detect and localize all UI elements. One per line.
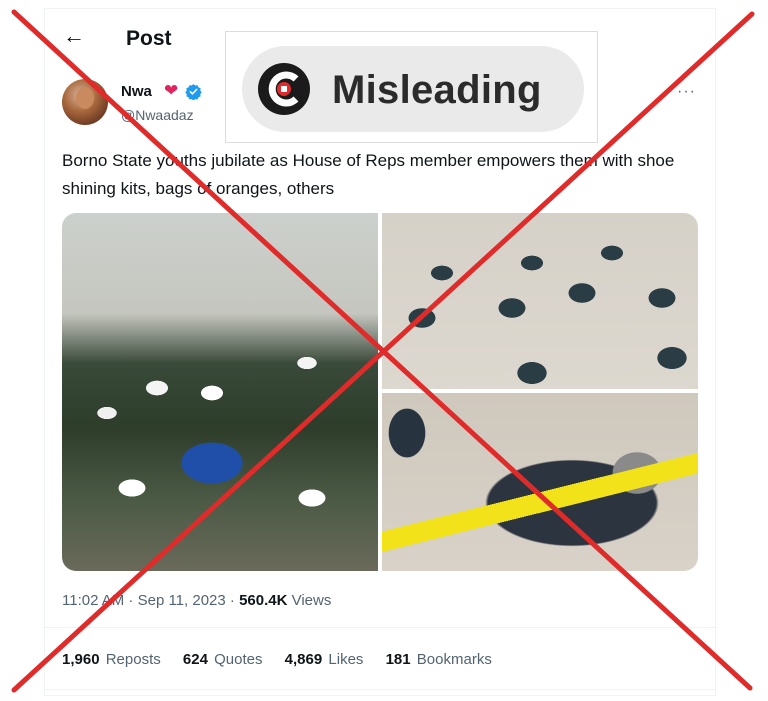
stat-label: Quotes (214, 651, 263, 668)
fact-check-rating-banner: Misleading (225, 31, 598, 143)
verified-badge-icon (185, 84, 202, 100)
stat-quotes[interactable]: 624 Quotes (183, 651, 263, 668)
photo-shoe-shining-kit[interactable] (382, 393, 698, 571)
stat-likes[interactable]: 4,869 Likes (285, 651, 364, 668)
stat-label: Reposts (105, 651, 161, 668)
back-arrow-icon[interactable]: ← (63, 25, 85, 47)
more-options-icon[interactable]: ··· (677, 83, 696, 101)
stat-bookmarks[interactable]: 181 Bookmarks (386, 651, 492, 668)
engagement-stats: 1,960 Reposts 624 Quotes 4,869 Likes 181… (62, 651, 510, 668)
divider (45, 627, 715, 628)
divider (45, 689, 715, 690)
photo-bags-on-ground[interactable] (382, 213, 698, 389)
stat-count: 1,960 (62, 651, 100, 668)
stat-count: 4,869 (284, 651, 323, 668)
author-display-name[interactable]: Nwa (121, 83, 152, 100)
rating-label: Misleading (332, 68, 542, 112)
post-time: 11:02 AM · Sep 11, 2023 · (62, 592, 240, 609)
avatar[interactable] (62, 79, 108, 125)
stat-reposts[interactable]: 1,960 Reposts (62, 651, 161, 668)
views-label: Views (287, 592, 332, 609)
post-media-grid[interactable] (62, 213, 698, 571)
factcheck-logo-icon (258, 63, 310, 115)
red-heart-icon: ❤ (164, 81, 179, 100)
views-count: 560.4K (239, 592, 288, 609)
stat-label: Bookmarks (416, 651, 492, 668)
page-title: Post (126, 27, 172, 50)
author-handle[interactable]: @Nwaadaz (121, 107, 194, 123)
post-text: Borno State youths jubilate as House of … (62, 151, 675, 198)
rating-pill: Misleading (242, 46, 584, 132)
post-timestamp[interactable]: 11:02 AM · Sep 11, 2023 · 560.4K Views (62, 592, 331, 609)
stat-count: 181 (385, 651, 411, 668)
stat-label: Likes (328, 651, 364, 668)
photo-youths-crowd[interactable] (62, 213, 378, 571)
stat-count: 624 (182, 651, 208, 668)
